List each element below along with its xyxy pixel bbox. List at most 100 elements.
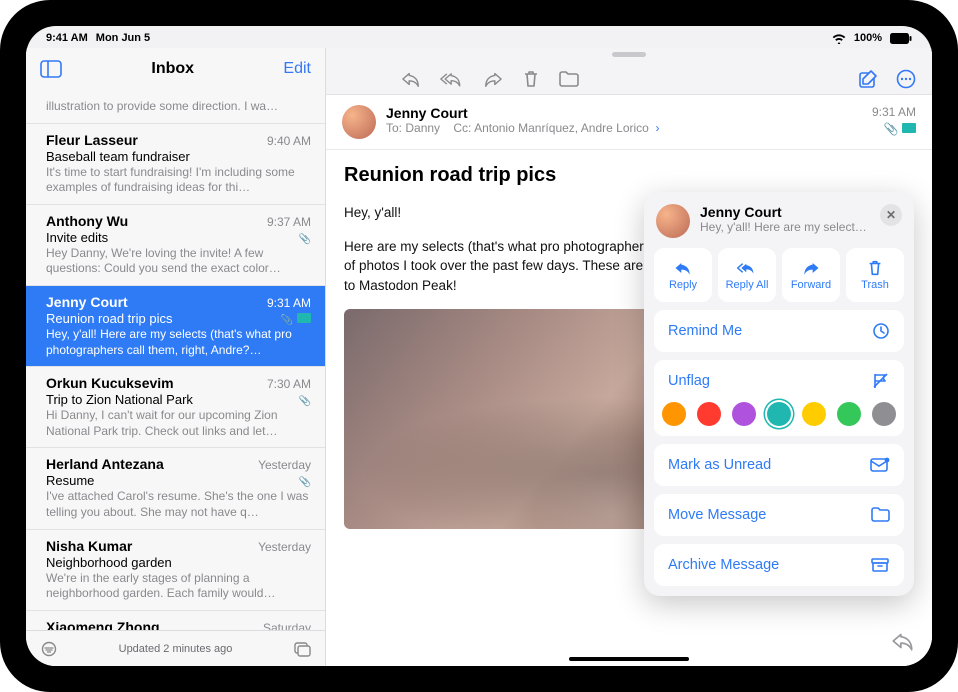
archive-icon [870, 557, 890, 573]
message-header: Jenny Court To: Danny Cc: Antonio Manríq… [326, 95, 932, 150]
flag-color-dot[interactable] [767, 402, 791, 426]
mail-sender: Fleur Lasseur [46, 132, 138, 148]
sheet-name: Jenny Court [700, 204, 870, 220]
archive-message-button[interactable]: Archive Message [654, 544, 904, 586]
mail-subject: Trip to Zion National Park [46, 392, 193, 407]
quick-reply-icon[interactable] [890, 630, 916, 656]
chevron-right-icon: › [652, 121, 659, 135]
mail-sender: Nisha Kumar [46, 538, 132, 554]
sidebar-footer: Updated 2 minutes ago [26, 630, 325, 666]
unflag-icon [872, 372, 890, 390]
mail-preview: We're in the early stages of planning a … [46, 571, 311, 602]
remind-me-button[interactable]: Remind Me [654, 310, 904, 352]
mail-item-partial[interactable]: illustration to provide some direction. … [26, 90, 325, 124]
avatar[interactable] [342, 105, 376, 139]
edit-button[interactable]: Edit [283, 60, 311, 78]
status-date: Mon Jun 5 [96, 32, 150, 44]
home-indicator[interactable] [569, 657, 689, 661]
compose-icon[interactable] [858, 69, 878, 89]
filter-icon[interactable] [40, 641, 58, 657]
forward-icon[interactable] [482, 70, 504, 88]
flag-color-dot[interactable] [872, 402, 896, 426]
trash-button[interactable]: Trash [846, 248, 904, 302]
flag-icon [297, 313, 311, 323]
mail-time: 9:31 AM [267, 296, 311, 310]
pane-toolbar [326, 63, 932, 95]
mail-time: Yesterday [258, 540, 311, 554]
multitask-pill[interactable] [612, 52, 646, 57]
reply-all-icon[interactable] [440, 70, 464, 88]
attachment-icon: 📎 [299, 477, 311, 488]
mail-sender: Anthony Wu [46, 213, 128, 229]
mail-item[interactable]: Jenny Court 9:31 AM Reunion road trip pics… [26, 286, 325, 367]
mail-time: Yesterday [258, 458, 311, 472]
forward-button[interactable]: Forward [782, 248, 840, 302]
mail-sender: Xiaomeng Zhong [46, 619, 160, 630]
recipients[interactable]: To: Danny Cc: Antonio Manríquez, Andre L… [386, 121, 862, 135]
sheet-preview: Hey, y'all! Here are my selects (that's… [700, 220, 870, 234]
battery-icon [890, 33, 912, 44]
flag-color-dot[interactable] [697, 402, 721, 426]
flag-color-dot[interactable] [732, 402, 756, 426]
mail-item[interactable]: Xiaomeng ZhongSaturdayPark PhotosHi Dann… [26, 611, 325, 630]
attachment-icon: 📎 [281, 315, 293, 326]
folder-icon[interactable] [558, 70, 580, 88]
mail-subject: Baseball team fundraiser [46, 149, 190, 164]
reply-button[interactable]: Reply [654, 248, 712, 302]
sheet-avatar [656, 204, 690, 238]
action-sheet: Jenny Court Hey, y'all! Here are my sele… [644, 192, 914, 596]
flag-color-row [654, 402, 904, 436]
reply-all-button[interactable]: Reply All [718, 248, 776, 302]
device-frame: 9:41 AM Mon Jun 5 100% In [0, 0, 958, 692]
more-icon[interactable] [896, 69, 916, 89]
mail-sender: Herland Antezana [46, 456, 164, 472]
mail-subject: Neighborhood garden [46, 555, 172, 570]
mail-subject: Resume [46, 473, 94, 488]
flag-icon [902, 123, 916, 133]
mail-preview: Hey, y'all! Here are my selects (that's … [46, 327, 311, 358]
mark-unread-button[interactable]: Mark as Unread [654, 444, 904, 486]
mail-item[interactable]: Orkun Kucuksevim 7:30 AM Trip to Zion Nati… [26, 367, 325, 448]
status-bar: 9:41 AM Mon Jun 5 100% [26, 26, 932, 48]
message-subject: Reunion road trip pics [344, 164, 914, 187]
mail-preview: Hey Danny, We're loving the invite! A fe… [46, 246, 311, 277]
from-name[interactable]: Jenny Court [386, 105, 862, 121]
mail-preview: Hi Danny, I can't wait for our upcoming … [46, 408, 311, 439]
mailboxes-icon[interactable] [293, 641, 311, 657]
wifi-icon [832, 33, 846, 44]
mail-time: Saturday [263, 621, 311, 630]
sidebar-header: Inbox Edit [26, 48, 325, 90]
mail-sender: Jenny Court [46, 294, 128, 310]
inbox-title: Inbox [70, 60, 275, 78]
message-time: 9:31 AM [872, 105, 916, 119]
move-message-button[interactable]: Move Message [654, 494, 904, 536]
mail-time: 9:40 AM [267, 134, 311, 148]
mail-item[interactable]: Herland AntezanaYesterdayResume📎I've att… [26, 448, 325, 529]
mail-item[interactable]: Nisha Kumar Yesterday Neighborhood gardenW… [26, 530, 325, 611]
mail-time: 7:30 AM [267, 377, 311, 391]
screen: 9:41 AM Mon Jun 5 100% In [26, 26, 932, 666]
mail-subject: Invite edits [46, 230, 108, 245]
flag-color-dot[interactable] [837, 402, 861, 426]
mail-subject: Reunion road trip pics [46, 311, 172, 326]
mail-preview: It's time to start fundraising! I'm incl… [46, 165, 311, 196]
sidebar-toggle-icon[interactable] [40, 60, 62, 78]
flag-color-dot[interactable] [662, 402, 686, 426]
mail-time: 9:37 AM [267, 215, 311, 229]
trash-icon[interactable] [522, 69, 540, 89]
close-icon[interactable]: ✕ [880, 204, 902, 226]
attachment-icon: 📎 [299, 396, 311, 407]
mail-list[interactable]: illustration to provide some direction. … [26, 90, 325, 630]
attachment-icon: 📎 [299, 234, 311, 245]
clock-icon [872, 322, 890, 340]
reply-icon[interactable] [400, 70, 422, 88]
mail-sender: Orkun Kucuksevim [46, 375, 174, 391]
mail-item[interactable]: Anthony Wu 9:37 AM Invite edits 📎Hey Danny,… [26, 205, 325, 286]
unflag-button[interactable]: Unflag [654, 360, 904, 402]
updated-label: Updated 2 minutes ago [119, 643, 233, 655]
battery-percent: 100% [854, 32, 882, 44]
attachment-icon: 📎 [884, 122, 899, 136]
sidebar: Inbox Edit illustration to provide some … [26, 48, 326, 666]
mail-item[interactable]: Fleur Lasseur 9:40 AM Baseball team fundra… [26, 124, 325, 205]
flag-color-dot[interactable] [802, 402, 826, 426]
